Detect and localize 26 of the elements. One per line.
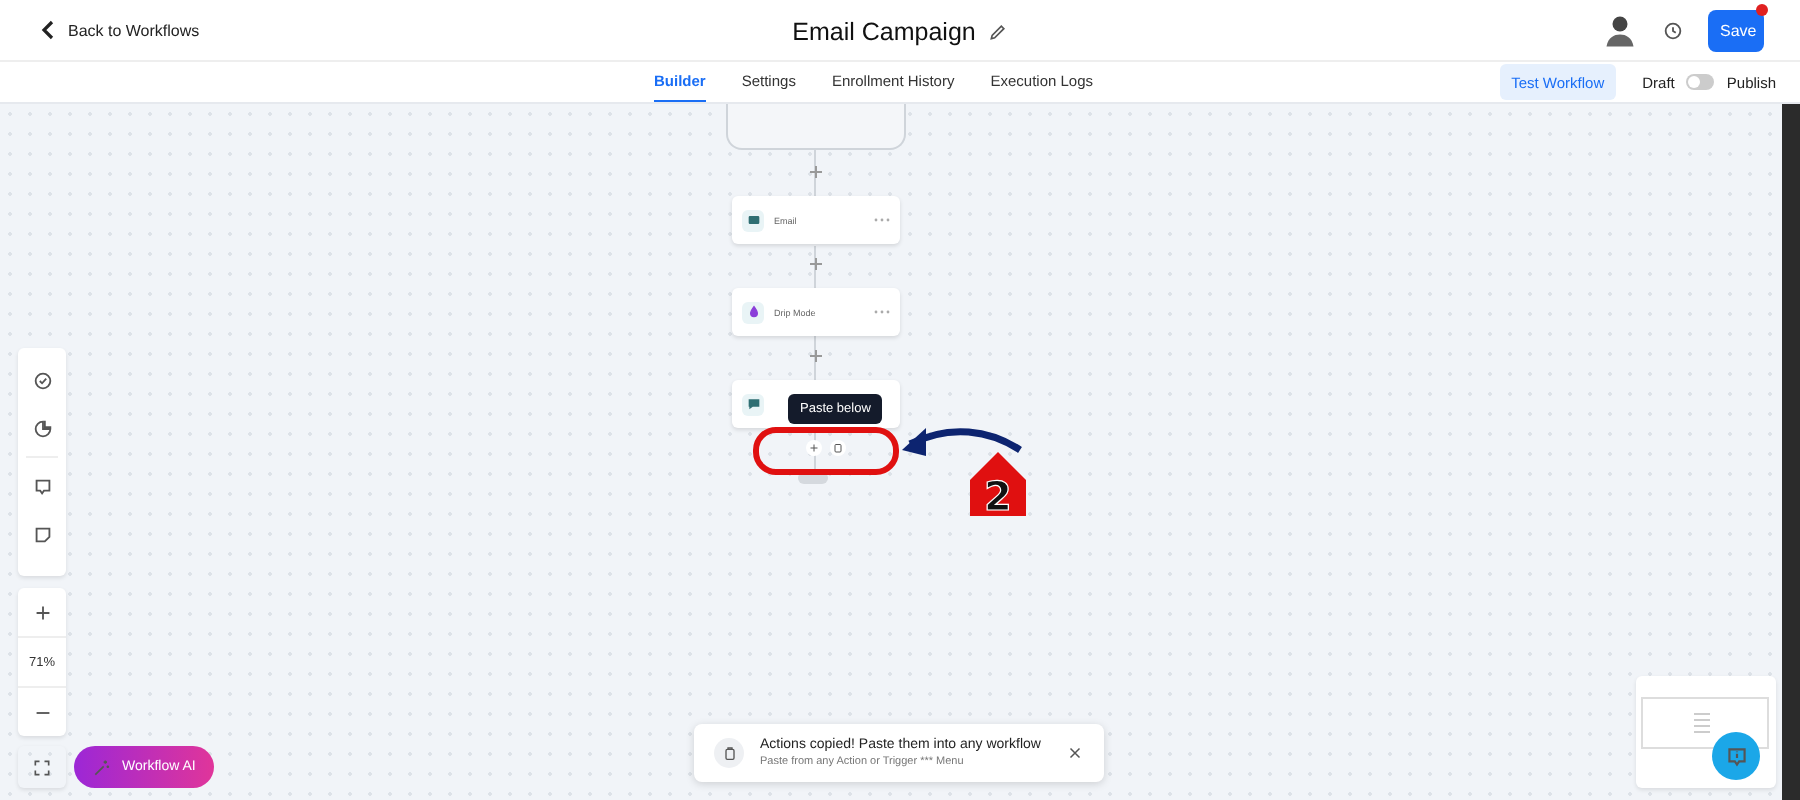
pencil-icon xyxy=(987,22,1008,42)
add-icon[interactable] xyxy=(806,440,822,456)
close-button[interactable] xyxy=(1066,744,1084,762)
back-icon xyxy=(40,20,56,40)
annotation-drawing: 2 xyxy=(750,420,1040,520)
pie-chart-icon xyxy=(31,417,53,439)
scrollbar[interactable] xyxy=(1782,104,1800,800)
paste-button[interactable] xyxy=(830,440,846,456)
chat-info-icon xyxy=(1723,743,1749,769)
history-icon xyxy=(1662,19,1684,41)
plus-icon xyxy=(31,601,53,623)
avatar-icon xyxy=(1602,12,1638,48)
close-icon xyxy=(1066,744,1084,762)
publish-toggle[interactable] xyxy=(1686,74,1715,90)
back-link[interactable]: Back to Workflows xyxy=(40,20,200,40)
sticky-note-icon xyxy=(31,523,53,545)
check-circle-icon xyxy=(31,369,53,391)
speech-bubble-icon xyxy=(31,475,53,497)
clipboard-icon xyxy=(721,745,737,761)
save-button[interactable]: Save xyxy=(1708,9,1764,51)
workflow-title: Email Campaign xyxy=(792,18,976,46)
sparkle-wand-icon xyxy=(92,757,112,777)
expand-icon xyxy=(32,757,52,777)
clipboard-icon xyxy=(832,442,844,454)
plus-icon xyxy=(808,442,820,454)
trigger-node[interactable] xyxy=(726,104,906,150)
